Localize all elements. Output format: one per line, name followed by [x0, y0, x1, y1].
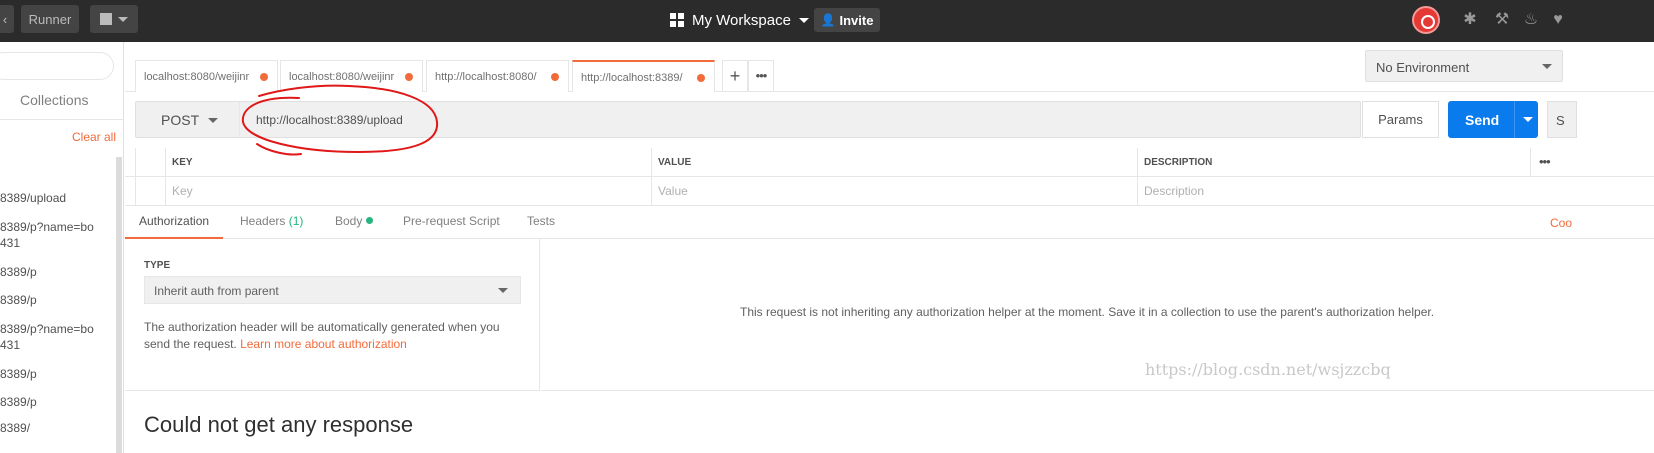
url-input[interactable]: http://localhost:8389/upload	[256, 113, 403, 127]
new-window-button[interactable]	[90, 5, 138, 33]
method-select[interactable]: POST	[136, 102, 240, 137]
list-item[interactable]: 8389/p	[0, 264, 37, 280]
response-title: Could not get any response	[144, 412, 414, 437]
list-item[interactable]: 8389/	[0, 420, 30, 436]
column-header-description: DESCRIPTION	[1137, 148, 1530, 177]
tab-headers[interactable]: Headers (1)	[240, 206, 303, 239]
key-input[interactable]: Key	[165, 177, 651, 206]
workspace-switcher[interactable]: My Workspace	[670, 9, 809, 31]
sidebar-search-input[interactable]	[0, 52, 114, 80]
table-row: Key Value Description	[125, 177, 1654, 206]
authorization-info: This request is not inheriting any autho…	[541, 239, 1654, 391]
send-button[interactable]: Send	[1448, 101, 1538, 138]
authorization-pane: TYPE Inherit auth from parent The author…	[125, 239, 540, 391]
column-header-key: KEY	[165, 148, 651, 177]
more-options-button[interactable]: •••	[1530, 148, 1566, 177]
type-label: TYPE	[144, 260, 171, 271]
main-panel: localhost:8080/weijinr localhost:8080/we…	[125, 42, 1654, 453]
top-bar: ‹ Runner My Workspace 👤 Invite ✱ ⚒ ♨ ♥	[0, 0, 1654, 42]
runner-button[interactable]: Runner	[21, 5, 79, 33]
back-button[interactable]: ‹	[0, 5, 14, 33]
tab-authorization[interactable]: Authorization	[125, 206, 224, 239]
request-subtabs: Authorization Headers (1) Body Pre-reque…	[125, 206, 1654, 239]
heart-icon[interactable]: ♥	[1548, 10, 1568, 30]
sync-icon[interactable]	[1412, 6, 1440, 34]
request-tab[interactable]: localhost:8080/weijinr	[135, 60, 278, 92]
environment-select[interactable]: No Environment	[1365, 50, 1563, 82]
value-input[interactable]: Value	[651, 177, 1137, 206]
chevron-down-icon	[498, 288, 508, 293]
request-tab[interactable]: localhost:8080/weijinr	[280, 60, 423, 92]
save-button[interactable]: S	[1547, 101, 1577, 138]
list-item[interactable]: 8389/p	[0, 366, 37, 382]
chevron-down-icon	[798, 17, 809, 23]
column-header-value: VALUE	[651, 148, 1137, 177]
unsaved-dot-icon	[697, 74, 705, 82]
learn-more-link[interactable]: Learn more about authorization	[240, 337, 407, 351]
tab-collections[interactable]: Collections	[20, 92, 88, 108]
list-item[interactable]: 431	[0, 235, 20, 251]
list-item[interactable]: 8389/upload	[0, 190, 66, 206]
params-button[interactable]: Params	[1362, 101, 1439, 138]
chevron-down-icon	[118, 16, 128, 22]
params-table: KEY VALUE DESCRIPTION ••• Key Value Desc…	[125, 148, 1654, 206]
table-header-row: KEY VALUE DESCRIPTION •••	[125, 148, 1654, 177]
status-dot-icon	[366, 217, 374, 224]
satellite-icon[interactable]: ✱	[1460, 10, 1480, 30]
grid-icon	[670, 13, 684, 27]
request-tab[interactable]: http://localhost:8080/	[426, 60, 569, 92]
list-item[interactable]: 8389/p	[0, 394, 37, 410]
list-item[interactable]: 8389/p?name=bo	[0, 321, 94, 337]
url-bar: POST http://localhost:8389/upload	[135, 101, 1361, 138]
list-item[interactable]: 431	[0, 337, 20, 353]
invite-button[interactable]: 👤 Invite	[814, 8, 880, 32]
bell-icon[interactable]: ♨	[1521, 10, 1541, 30]
unsaved-dot-icon	[551, 73, 559, 81]
cookies-link[interactable]: Coo	[1550, 216, 1572, 230]
request-tab-active[interactable]: http://localhost:8389/	[572, 60, 715, 92]
auth-type-select[interactable]: Inherit auth from parent	[144, 276, 521, 304]
description-input[interactable]: Description	[1137, 177, 1654, 206]
sidebar-scrollbar[interactable]	[116, 157, 122, 453]
workspace-label: My Workspace	[692, 11, 791, 29]
user-add-icon: 👤	[820, 13, 836, 27]
tab-body[interactable]: Body	[335, 206, 374, 239]
unsaved-dot-icon	[405, 73, 413, 81]
unsaved-dot-icon	[260, 73, 268, 81]
watermark: https://blog.csdn.net/wsjzzcbq	[1145, 360, 1391, 379]
window-add-icon	[100, 13, 112, 25]
headers-count-badge: (1)	[288, 214, 304, 228]
chevron-down-icon	[1542, 64, 1552, 69]
tab-tests[interactable]: Tests	[527, 206, 555, 239]
wrench-icon[interactable]: ⚒	[1492, 10, 1512, 30]
add-tab-button[interactable]: +	[722, 60, 748, 92]
more-tabs-button[interactable]: •••	[748, 60, 774, 92]
sidebar: Collections Clear all 8389/upload 8389/p…	[0, 42, 124, 453]
list-item[interactable]: 8389/p	[0, 292, 37, 308]
auth-description: The authorization header will be automat…	[144, 320, 500, 351]
chevron-down-icon	[208, 118, 218, 123]
auth-info-text: This request is not inheriting any autho…	[740, 305, 1435, 319]
tab-prerequest-script[interactable]: Pre-request Script	[403, 206, 500, 239]
chevron-down-icon[interactable]	[1523, 117, 1533, 122]
clear-all-button[interactable]: Clear all	[72, 130, 116, 144]
list-item[interactable]: 8389/p?name=bo	[0, 219, 94, 235]
